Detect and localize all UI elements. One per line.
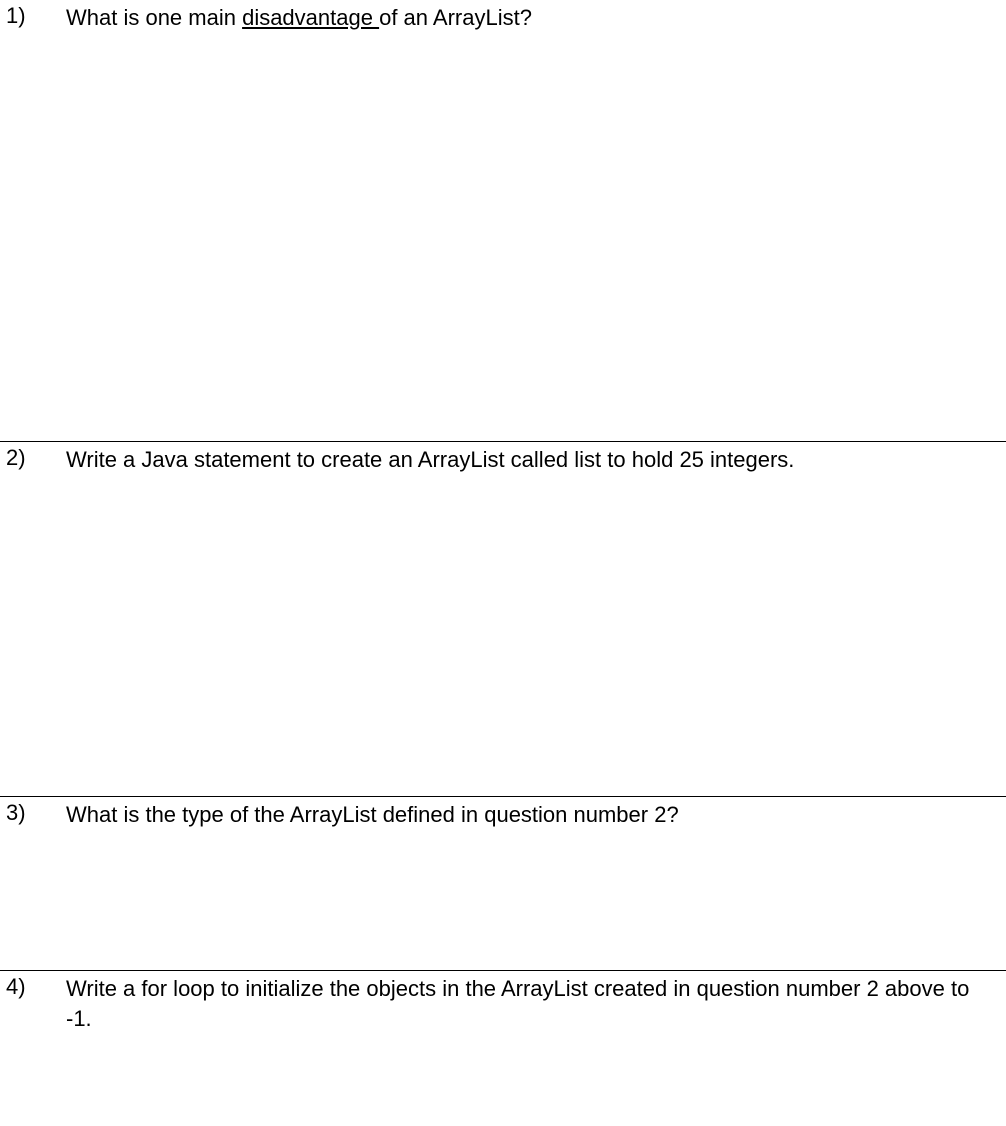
question-4-row: 4) Write a for loop to initialize the ob… — [0, 970, 1006, 1033]
question-2-row: 2) Write a Java statement to create an A… — [0, 441, 1006, 475]
question-1-text: What is one main disadvantage of an Arra… — [66, 3, 1000, 33]
question-4-text: Write a for loop to initialize the objec… — [66, 974, 1000, 1033]
answer-space-2 — [0, 474, 1006, 796]
question-1-row: 1) What is one main disadvantage of an A… — [0, 0, 1006, 33]
question-2-number: 2) — [6, 445, 66, 471]
question-2-text: Write a Java statement to create an Arra… — [66, 445, 1000, 475]
question-3-text: What is the type of the ArrayList define… — [66, 800, 1000, 830]
question-3-number: 3) — [6, 800, 66, 826]
question-1-underlined: disadvantage — [242, 5, 379, 30]
answer-space-1 — [0, 33, 1006, 441]
question-1-number: 1) — [6, 3, 66, 29]
answer-space-4 — [0, 1033, 1006, 1121]
answer-space-3 — [0, 830, 1006, 970]
question-1-text-before: What is one main — [66, 5, 242, 30]
question-1-text-after: of an ArrayList? — [379, 5, 532, 30]
question-4-number: 4) — [6, 974, 66, 1000]
question-3-row: 3) What is the type of the ArrayList def… — [0, 796, 1006, 830]
